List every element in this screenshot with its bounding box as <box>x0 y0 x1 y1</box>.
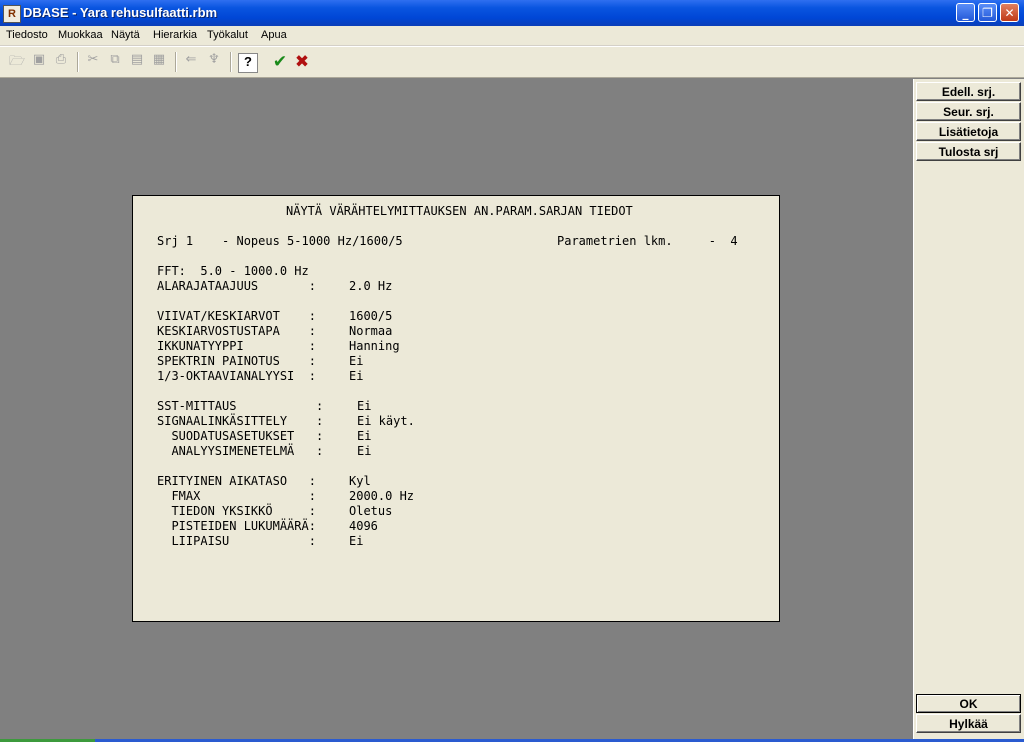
row-label: VIIVAT/KESKIARVOT : <box>157 309 316 323</box>
paste-icon[interactable]: ▤ <box>127 52 147 72</box>
row-label: KESKIARVOSTUSTAPA : <box>157 324 316 338</box>
row-value: 2000.0 Hz <box>349 489 415 503</box>
row-label: FMAX : <box>157 489 316 503</box>
toolbar-separator <box>77 52 79 72</box>
cancel-x-icon[interactable]: ✖ <box>292 52 312 72</box>
row-value: 1600/5 <box>349 309 393 323</box>
row-label: ANALYYSIMENETELMÄ : <box>157 444 324 458</box>
right-button-panel: Edell. srj. Seur. srj. Lisätietoja Tulos… <box>913 79 1024 739</box>
maximize-button[interactable]: ❐ <box>978 3 997 22</box>
help-icon[interactable]: ? <box>238 53 258 73</box>
tree-icon[interactable]: ♆ <box>204 52 224 72</box>
close-button[interactable]: ✕ <box>1000 3 1019 22</box>
toolbar: 🗁 ▣ ⎙ ✂ ⧉ ▤ ▦ ⇐ ♆ ? ✔ ✖ <box>0 46 1024 78</box>
row-value: Hanning <box>349 339 400 353</box>
cut-icon[interactable]: ✂ <box>83 52 103 72</box>
row-value: Normaa <box>349 324 393 338</box>
menu-tiedosto[interactable]: Tiedosto <box>6 29 48 41</box>
row-label: TIEDON YKSIKKÖ : <box>157 504 316 518</box>
print-icon[interactable]: ⎙ <box>51 52 71 72</box>
row-label: ERITYINEN AIKATASO : <box>157 474 316 488</box>
minimize-button[interactable]: _ <box>956 3 975 22</box>
row-label: LIIPAISU : <box>157 534 316 548</box>
row-value: Kyl <box>349 474 371 488</box>
menu-tyokalut[interactable]: Työkalut <box>207 29 248 41</box>
ok-button[interactable]: OK <box>916 694 1021 713</box>
row-label: IKKUNATYYPPI : <box>157 339 316 353</box>
series-info-panel: NÄYTÄ VÄRÄHTELYMITTAUKSEN AN.PARAM.SARJA… <box>132 195 780 622</box>
open-folder-icon[interactable]: 🗁 <box>7 52 27 72</box>
next-series-button[interactable]: Seur. srj. <box>916 102 1021 121</box>
row-label: SPEKTRIN PAINOTUS : <box>157 354 316 368</box>
copy-icon[interactable]: ⧉ <box>105 52 125 72</box>
row-label: SST-MITTAUS : <box>157 399 324 413</box>
param-count-line: Parametrien lkm. - 4 <box>557 234 738 248</box>
back-arrow-icon[interactable]: ⇐ <box>181 52 201 72</box>
title-bar: R DBASE - Yara rehusulfaatti.rbm _ ❐ ✕ <box>0 0 1024 26</box>
menu-apua[interactable]: Apua <box>261 29 287 41</box>
row-value: Oletus <box>349 504 393 518</box>
row-value: Ei <box>357 429 372 443</box>
menu-hierarkia[interactable]: Hierarkia <box>153 29 197 41</box>
row-value: Ei <box>357 444 372 458</box>
toolbar-separator <box>230 52 232 72</box>
series-line: Srj 1 - Nopeus 5-1000 Hz/1600/5 <box>157 234 403 248</box>
menu-nayta[interactable]: Näytä <box>111 29 140 41</box>
fft-line: FFT: 5.0 - 1000.0 Hz <box>157 264 309 278</box>
row-value: Ei <box>349 369 364 383</box>
row-value: Ei <box>357 399 372 413</box>
more-info-button[interactable]: Lisätietoja <box>916 122 1021 141</box>
accept-check-icon[interactable]: ✔ <box>270 52 290 72</box>
row-label: 1/3-OKTAAVIANALYYSI : <box>157 369 316 383</box>
row-label: ALARAJATAAJUUS : <box>157 279 316 293</box>
menu-muokkaa[interactable]: Muokkaa <box>58 29 103 41</box>
window-title: DBASE - Yara rehusulfaatti.rbm <box>23 5 218 20</box>
save-icon[interactable]: ▣ <box>29 52 49 72</box>
paste-special-icon[interactable]: ▦ <box>149 52 169 72</box>
row-value: Ei käyt. <box>357 414 415 428</box>
row-value: 4096 <box>349 519 378 533</box>
row-value: 2.0 Hz <box>349 279 393 293</box>
menu-bar: Tiedosto Muokkaa Näytä Hierarkia Työkalu… <box>0 26 1024 46</box>
print-series-button[interactable]: Tulosta srj <box>916 142 1021 161</box>
row-label: SUODATUSASETUKSET : <box>157 429 324 443</box>
reject-button[interactable]: Hylkää <box>916 714 1021 733</box>
row-label: PISTEIDEN LUKUMÄÄRÄ: <box>157 519 316 533</box>
app-icon[interactable]: R <box>3 5 21 23</box>
row-value: Ei <box>349 534 364 548</box>
toolbar-separator <box>175 52 177 72</box>
row-label: SIGNAALINKÄSITTELY : <box>157 414 324 428</box>
panel-heading: NÄYTÄ VÄRÄHTELYMITTAUKSEN AN.PARAM.SARJA… <box>286 204 633 218</box>
previous-series-button[interactable]: Edell. srj. <box>916 82 1021 101</box>
row-value: Ei <box>349 354 364 368</box>
